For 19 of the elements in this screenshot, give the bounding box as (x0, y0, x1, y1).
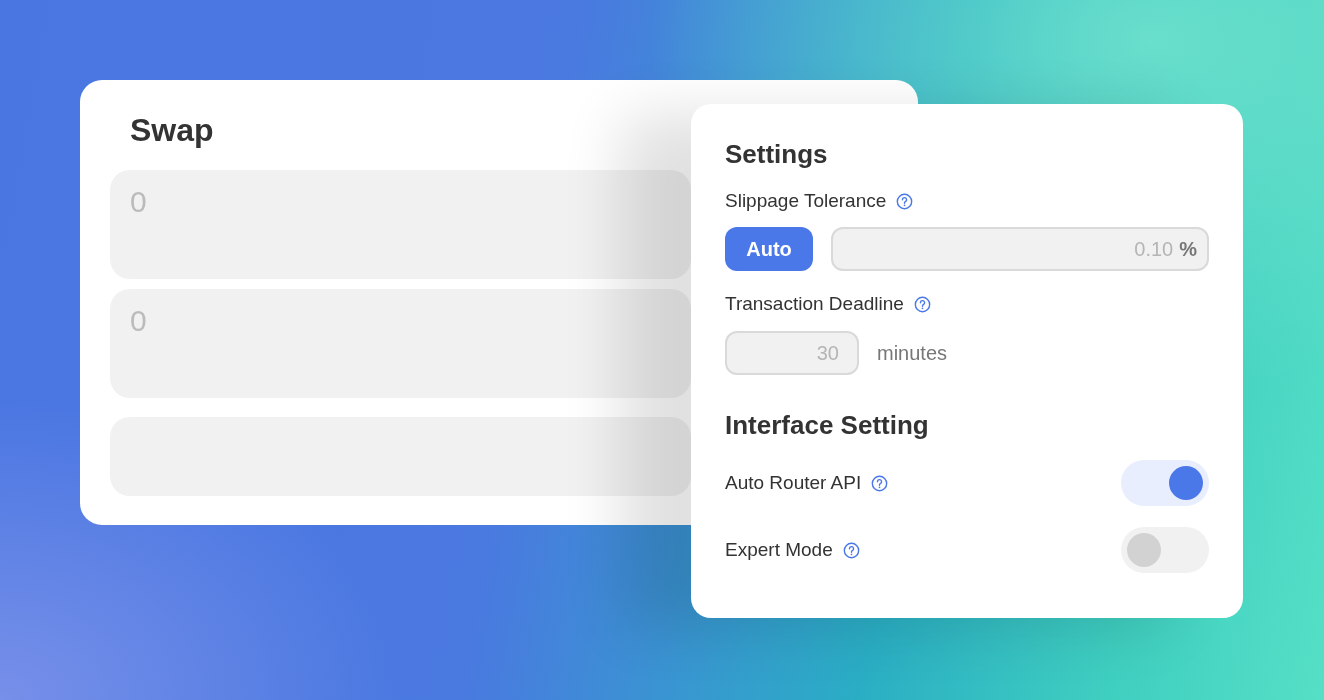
toggle-label: Expert Mode (725, 538, 833, 562)
help-icon[interactable] (896, 192, 914, 210)
deadline-label: Transaction Deadline (725, 292, 904, 316)
slippage-label: Slippage Tolerance (725, 189, 887, 213)
toggle-switch[interactable] (1121, 527, 1209, 573)
interface-setting-title: Interface Setting (725, 409, 930, 441)
settings-title: Settings (725, 138, 829, 170)
auto-button[interactable]: Auto (725, 227, 813, 271)
deadline-field[interactable]: 30 (725, 331, 859, 375)
toggle-switch[interactable] (1121, 460, 1209, 506)
swap-title: Swap (130, 111, 215, 150)
help-icon[interactable] (842, 541, 860, 559)
minutes-label: minutes (877, 341, 948, 365)
toggle-label: Auto Router API (725, 471, 862, 495)
help-icon[interactable] (913, 295, 931, 313)
slippage-input[interactable]: 0.10 (1111, 236, 1176, 262)
slippage-field[interactable]: 0.10 % (831, 227, 1209, 271)
percent-unit: % (1179, 237, 1197, 261)
help-icon[interactable] (871, 474, 889, 492)
